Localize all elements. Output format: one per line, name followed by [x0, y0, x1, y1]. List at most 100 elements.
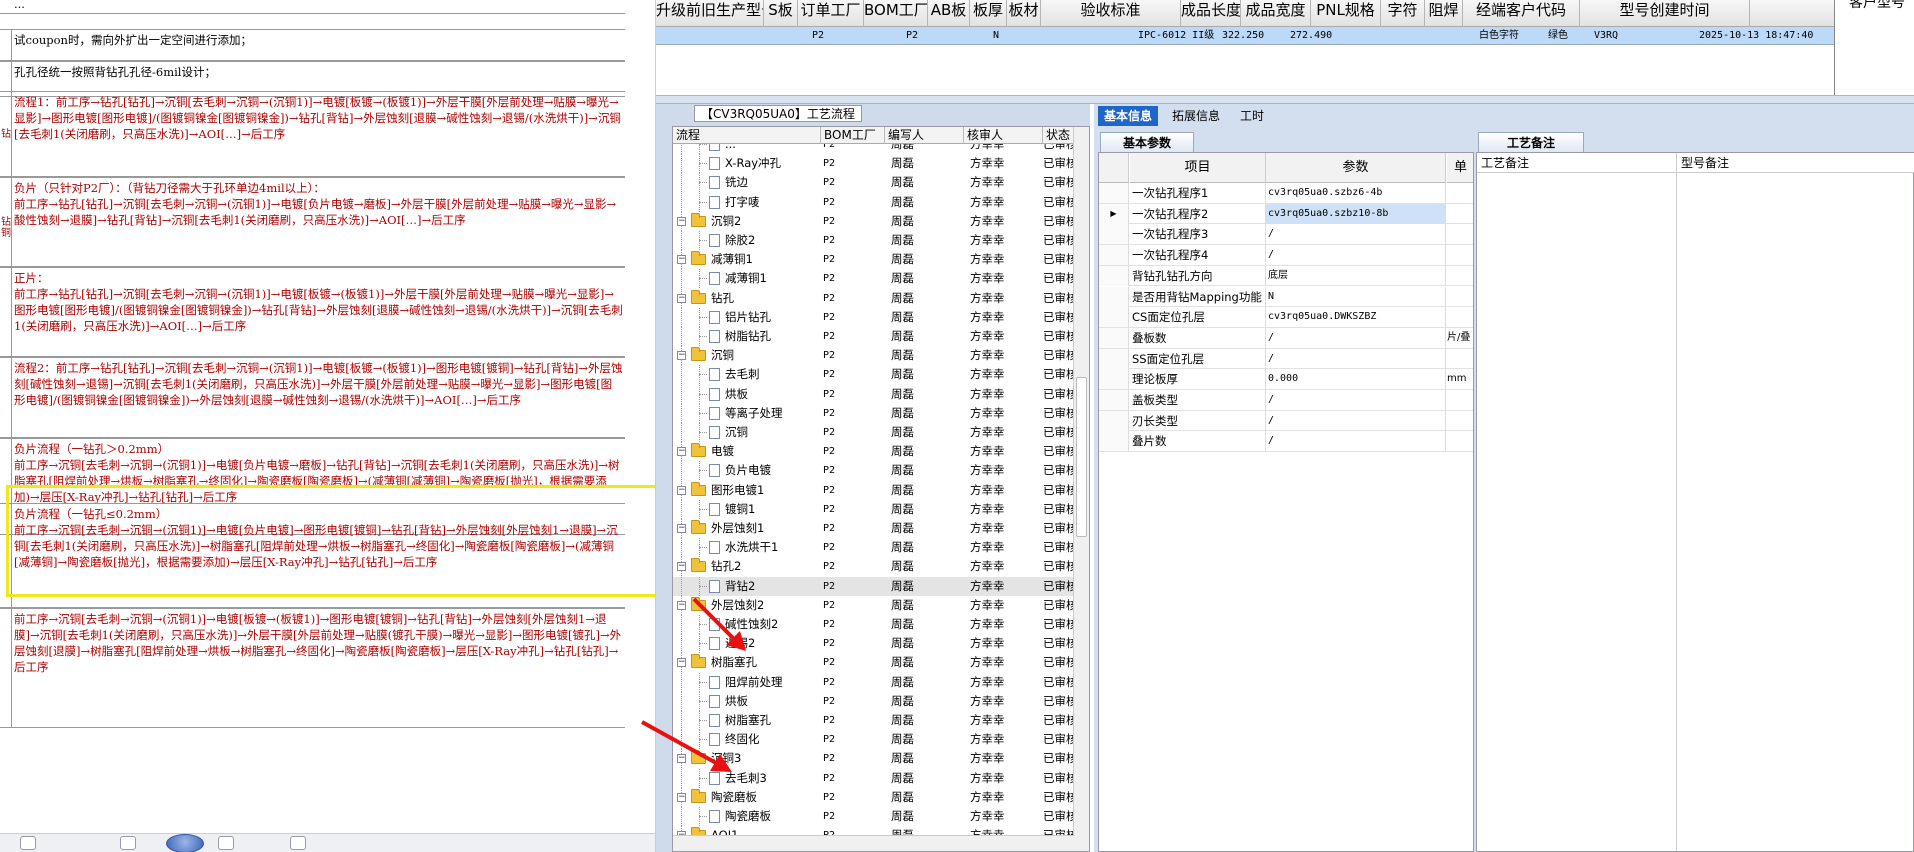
- flow-cell-author[interactable]: 周磊: [891, 385, 961, 404]
- flow-cell-checker[interactable]: 方幸幸: [970, 269, 1040, 288]
- param-row[interactable]: 刃长类型 /: [1099, 410, 1473, 432]
- flow-tree-node[interactable]: − 沉铜2: [673, 211, 821, 231]
- flow-cell-author[interactable]: 周磊: [891, 596, 961, 615]
- flow-tree-row[interactable]: 陶瓷磨板 P2 周磊 方幸幸 已审核: [673, 807, 1075, 826]
- flow-tree-row[interactable]: 烘板 P2 周磊 方幸幸 已审核: [673, 384, 1075, 404]
- flow-tree-node[interactable]: − 沉铜: [673, 346, 821, 366]
- flow-tree-node[interactable]: 水洗烘干1: [673, 538, 821, 558]
- flow-cell-status[interactable]: 已审核: [1043, 423, 1075, 442]
- model-grid-col-header[interactable]: 型号创建时间: [1580, 0, 1750, 27]
- flow-cell-checker[interactable]: 方幸幸: [970, 788, 1040, 807]
- flow-tree-node[interactable]: − 陶瓷磨板: [673, 787, 821, 807]
- flow-cell-author[interactable]: 周磊: [891, 144, 961, 154]
- flow-tree-row[interactable]: 铝片钻孔 P2 周磊 方幸幸 已审核: [673, 307, 1075, 327]
- flow-cell-status[interactable]: 已审核: [1043, 173, 1075, 192]
- param-value[interactable]: /: [1266, 390, 1446, 410]
- flow-cell-status[interactable]: 已审核: [1043, 653, 1075, 672]
- flow-cell-author[interactable]: 周磊: [891, 212, 961, 231]
- model-grid-col-header[interactable]: 板厚: [970, 0, 1007, 27]
- flow-cell-status[interactable]: 已审核: [1043, 769, 1075, 788]
- flow-cell-checker[interactable]: 方幸幸: [970, 653, 1040, 672]
- flow-tree-row[interactable]: 除胶2 P2 周磊 方幸幸 已审核: [673, 231, 1075, 250]
- flow-tree-row[interactable]: 减薄铜1 P2 周磊 方幸幸 已审核: [673, 269, 1075, 289]
- flow-cell-checker[interactable]: 方幸幸: [970, 193, 1040, 212]
- flow-cell-author[interactable]: 周磊: [891, 442, 961, 461]
- flow-cell-checker[interactable]: 方幸幸: [970, 500, 1040, 519]
- flow-cell-checker[interactable]: 方幸幸: [970, 404, 1040, 423]
- flow-cell-status[interactable]: 已审核: [1043, 557, 1075, 576]
- param-value[interactable]: /: [1266, 224, 1446, 245]
- flow-tree-node[interactable]: 去毛刺: [673, 365, 821, 385]
- flow-cell-bom[interactable]: P2: [823, 212, 883, 231]
- flow-cell-author[interactable]: 周磊: [891, 711, 961, 730]
- flow-cell-author[interactable]: 周磊: [891, 365, 961, 384]
- tree-expand-toggle[interactable]: −: [677, 485, 686, 495]
- flow-cell-checker[interactable]: 方幸幸: [970, 577, 1040, 596]
- flow-tree-node[interactable]: 负片电镀: [673, 461, 821, 481]
- flow-tree-node[interactable]: − 图形电镀1: [673, 480, 821, 500]
- flow-cell-author[interactable]: 周磊: [891, 423, 961, 442]
- flow-cell-bom[interactable]: P2: [823, 481, 883, 500]
- flow-cell-author[interactable]: 周磊: [891, 673, 961, 692]
- flow-tree-row[interactable]: 去毛刺 P2 周磊 方幸幸 已审核: [673, 365, 1075, 385]
- flow-cell-bom[interactable]: P2: [823, 269, 883, 288]
- flow-tree-row[interactable]: ... P2 周磊 方幸幸 已审核: [673, 144, 1075, 154]
- flow-tree-row[interactable]: 树脂塞孔 P2 周磊 方幸幸 已审核: [673, 711, 1075, 730]
- flow-cell-status[interactable]: 已审核: [1043, 615, 1075, 634]
- flow-cell-status[interactable]: 已审核: [1043, 692, 1075, 711]
- flow-tree-row[interactable]: 负片电镀 P2 周磊 方幸幸 已审核: [673, 461, 1075, 481]
- flow-col-header[interactable]: BOM工厂: [821, 127, 885, 144]
- flow-cell-status[interactable]: 已审核: [1043, 231, 1075, 250]
- flow-cell-checker[interactable]: 方幸幸: [970, 615, 1040, 634]
- cell-bom-factory[interactable]: P2: [906, 27, 918, 45]
- flow-cell-author[interactable]: 周磊: [891, 538, 961, 557]
- flow-tree-row[interactable]: 镀铜1 P2 周磊 方幸幸 已审核: [673, 499, 1075, 519]
- flow-cell-checker[interactable]: 方幸幸: [970, 807, 1040, 826]
- cell-ab-board[interactable]: N: [993, 27, 999, 45]
- flow-horizontal-scrollbar[interactable]: [673, 835, 1075, 851]
- flow-cell-bom[interactable]: P2: [823, 461, 883, 480]
- flow-tree-node[interactable]: 减薄铜1: [673, 269, 821, 289]
- tab-extended-info[interactable]: 拓展信息: [1166, 106, 1226, 126]
- flow-cell-checker[interactable]: 方幸幸: [970, 346, 1040, 365]
- flow-cell-author[interactable]: 周磊: [891, 519, 961, 538]
- flow-tree-node[interactable]: 碱性蚀刻2: [673, 615, 821, 634]
- flow-tree-node[interactable]: 陶瓷磨板: [673, 807, 821, 826]
- tree-expand-toggle[interactable]: −: [677, 600, 686, 610]
- flow-tree-row[interactable]: − 电镀 P2 周磊 方幸幸 已审核: [673, 442, 1075, 462]
- flow-cell-bom[interactable]: P2: [823, 615, 883, 634]
- flow-tree-node[interactable]: − 钻孔2: [673, 557, 821, 577]
- flow-cell-author[interactable]: 周磊: [891, 404, 961, 423]
- scroll-prev-button[interactable]: [120, 836, 136, 850]
- param-row[interactable]: 背钻孔钻孔方向 底层: [1099, 265, 1473, 287]
- flow-cell-bom[interactable]: P2: [823, 577, 883, 596]
- param-row[interactable]: CS面定位孔层 cv3rq05ua0.DWKSZBZ: [1099, 307, 1473, 328]
- model-grid-col-header[interactable]: 订单工厂: [798, 0, 864, 27]
- flow-cell-bom[interactable]: P2: [823, 519, 883, 538]
- flow-cell-checker[interactable]: 方幸幸: [970, 173, 1040, 192]
- tree-expand-toggle[interactable]: −: [677, 255, 686, 265]
- flow-tree-row[interactable]: − 沉铜2 P2 周磊 方幸幸 已审核: [673, 211, 1075, 231]
- flow-cell-author[interactable]: 周磊: [891, 173, 961, 192]
- flow-tree-node[interactable]: 树脂塞孔: [673, 711, 821, 730]
- flow-cell-bom[interactable]: P2: [823, 365, 883, 384]
- param-row[interactable]: ▶ 一次钻孔程序2 cv3rq05ua0.szbz10-8b: [1099, 203, 1473, 225]
- flow-col-header[interactable]: 状态: [1043, 127, 1075, 144]
- flow-cell-bom[interactable]: P2: [823, 788, 883, 807]
- param-row[interactable]: 一次钻孔程序3/: [1099, 224, 1473, 246]
- flow-cell-status[interactable]: 已审核: [1043, 385, 1075, 404]
- flow-tree-node[interactable]: 除胶2: [673, 231, 821, 250]
- flow-cell-checker[interactable]: 方幸幸: [970, 749, 1040, 768]
- cell-created[interactable]: 2025-10-13 18:47:40: [1699, 27, 1813, 45]
- flow-cell-bom[interactable]: P2: [823, 692, 883, 711]
- flow-cell-author[interactable]: 周磊: [891, 557, 961, 576]
- flow-cell-checker[interactable]: 方幸幸: [970, 461, 1040, 480]
- cell-length[interactable]: 322.250: [1222, 27, 1264, 45]
- flow-cell-bom[interactable]: P2: [823, 144, 883, 154]
- flow-tree-node[interactable]: 烘板: [673, 384, 821, 404]
- param-value[interactable]: 0.000: [1266, 369, 1446, 390]
- flow-cell-bom[interactable]: P2: [823, 404, 883, 423]
- cell-char[interactable]: 白色字符: [1479, 27, 1519, 45]
- flow-cell-status[interactable]: 已审核: [1043, 711, 1075, 730]
- flow-tree-row[interactable]: − 外层蚀刻2 P2 周磊 方幸幸 已审核: [673, 595, 1075, 615]
